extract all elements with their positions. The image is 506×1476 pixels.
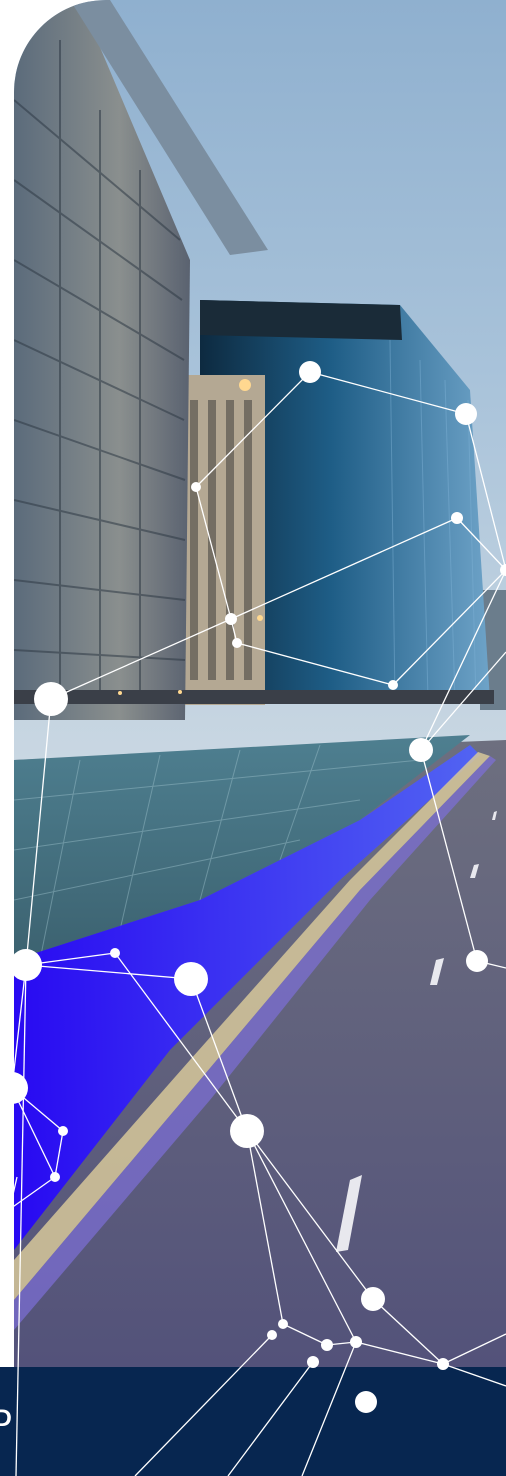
footer-label: ED <box>0 1405 13 1432</box>
hero-photo <box>14 0 506 1367</box>
footer-band: ED <box>0 1367 506 1476</box>
